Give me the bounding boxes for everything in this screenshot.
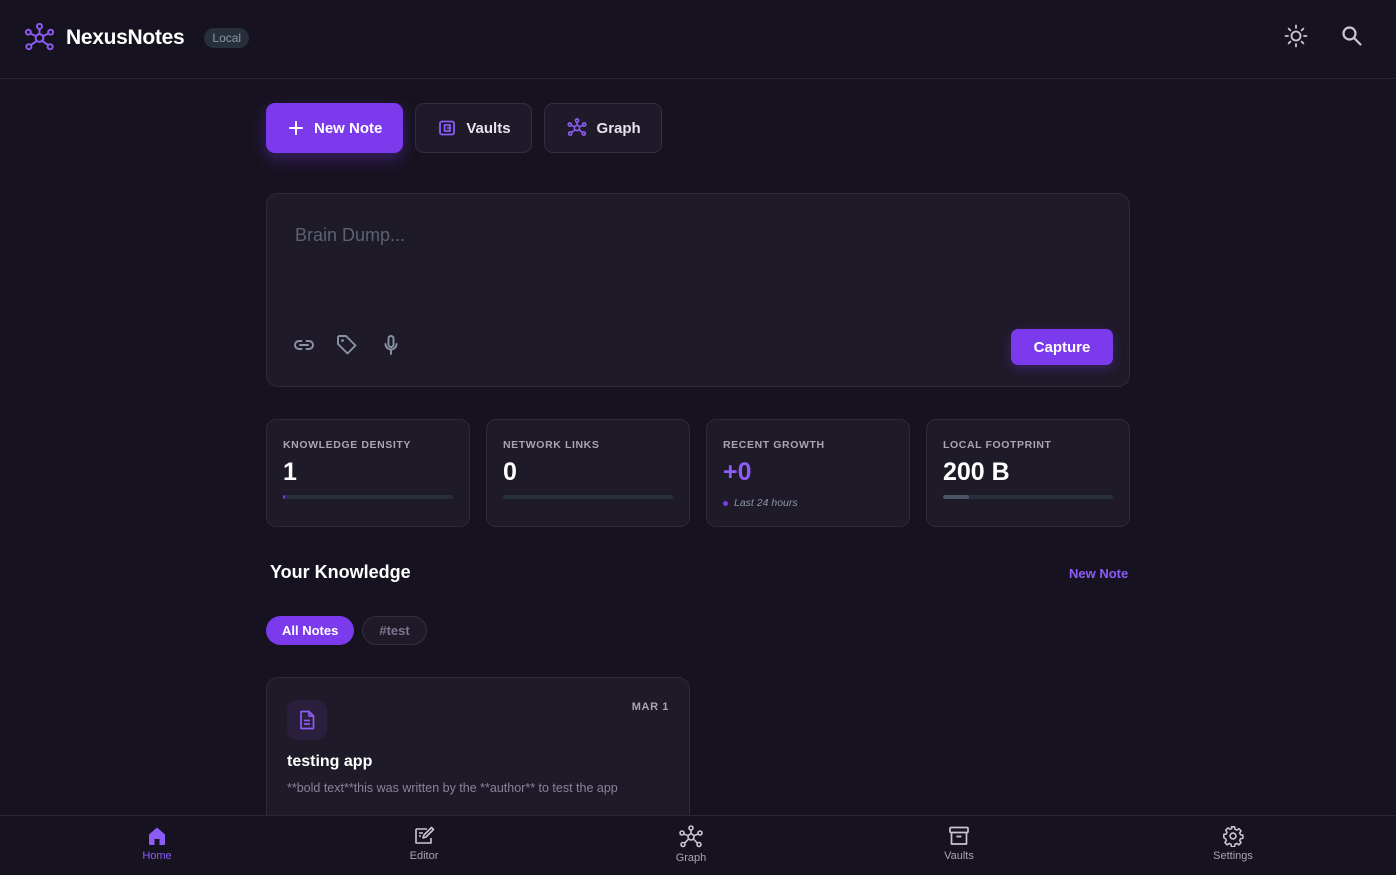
stat-value: 0	[503, 458, 517, 486]
section-title: Your Knowledge	[270, 562, 411, 582]
top-bar: NexusNotes Local	[0, 0, 1396, 79]
nav-item-vaults[interactable]: Vaults	[899, 816, 1019, 875]
editor-icon	[415, 826, 435, 844]
nav-label: Settings	[1213, 850, 1253, 862]
quick-capture-card: Capture	[266, 193, 1130, 387]
vault-icon	[439, 120, 456, 136]
brand[interactable]: NexusNotes Local	[24, 22, 250, 54]
nav-item-home[interactable]: Home	[97, 816, 217, 875]
stat-value: 200 B	[943, 458, 1010, 486]
nav-item-graph[interactable]: Graph	[631, 816, 751, 875]
stat-label: LOCAL FOOTPRINT	[943, 439, 1052, 451]
plus-icon	[289, 121, 303, 135]
nav-label: Editor	[409, 850, 439, 862]
sun-icon[interactable]	[1284, 24, 1308, 48]
network-graph-icon	[24, 22, 55, 51]
new-note-button[interactable]: New Note	[266, 103, 404, 153]
progress-fill	[943, 495, 969, 499]
stat-note-text: Last 24 hours	[734, 497, 798, 509]
indicator-dot	[723, 500, 728, 506]
note-card[interactable]: MAR 1 testing app **bold text**this was …	[266, 677, 690, 837]
nav-label: Graph	[675, 852, 707, 864]
nav-label: Vaults	[944, 850, 974, 862]
search-icon[interactable]	[1340, 24, 1364, 48]
nav-label: Home	[142, 850, 172, 862]
note-excerpt: **bold text**this was written by the **a…	[287, 781, 618, 795]
home-icon	[149, 827, 165, 845]
stat-value: 1	[283, 458, 297, 486]
stat-network-links: NETWORK LINKS 0	[486, 419, 690, 527]
capture-button[interactable]: Capture	[1011, 329, 1113, 365]
progress-track	[283, 495, 453, 499]
new-note-link[interactable]: New Note	[1069, 566, 1128, 581]
note-date: MAR 1	[631, 701, 669, 713]
app-name: NexusNotes	[66, 26, 185, 49]
gear-icon	[1223, 826, 1244, 847]
stat-label: RECENT GROWTH	[723, 439, 825, 451]
vaults-button[interactable]: Vaults	[415, 103, 532, 153]
tag-icon[interactable]	[335, 333, 359, 357]
stat-local-footprint: LOCAL FOOTPRINT 200 B	[926, 419, 1130, 527]
stat-knowledge-density: KNOWLEDGE DENSITY 1	[266, 419, 470, 527]
stat-label: KNOWLEDGE DENSITY	[283, 439, 412, 451]
document-icon	[300, 710, 315, 730]
stat-recent-growth: RECENT GROWTH +0 Last 24 hours	[706, 419, 910, 527]
nav-item-settings[interactable]: Settings	[1173, 816, 1293, 875]
storage-badge: Local	[204, 28, 250, 48]
graph-icon	[679, 825, 703, 848]
graph-button[interactable]: Graph	[543, 103, 662, 153]
nav-item-editor[interactable]: Editor	[364, 816, 484, 875]
progress-fill	[283, 495, 285, 499]
filter-chip-all-notes[interactable]: All Notes	[266, 616, 355, 645]
archive-icon	[949, 826, 969, 845]
stat-label: NETWORK LINKS	[503, 439, 600, 451]
note-title: testing app	[287, 753, 373, 770]
vaults-label: Vaults	[466, 119, 511, 137]
progress-track	[503, 495, 673, 499]
link-icon[interactable]	[292, 333, 316, 357]
filter-chip-test[interactable]: #test	[362, 616, 427, 645]
quick-actions: New Note Vaults Graph	[266, 103, 662, 153]
new-note-label: New Note	[314, 119, 383, 137]
brain-dump-input[interactable]	[295, 220, 1095, 250]
note-icon-badge	[287, 700, 327, 740]
bottom-navigation: Home Editor Graph Vaults Settings	[0, 815, 1396, 875]
microphone-icon[interactable]	[379, 333, 403, 357]
stat-note: Last 24 hours	[723, 497, 798, 509]
filter-chips: All Notes #test	[266, 616, 427, 645]
progress-track	[943, 495, 1113, 499]
stat-value: +0	[723, 458, 752, 486]
graph-icon	[566, 118, 587, 136]
graph-label: Graph	[596, 119, 641, 137]
